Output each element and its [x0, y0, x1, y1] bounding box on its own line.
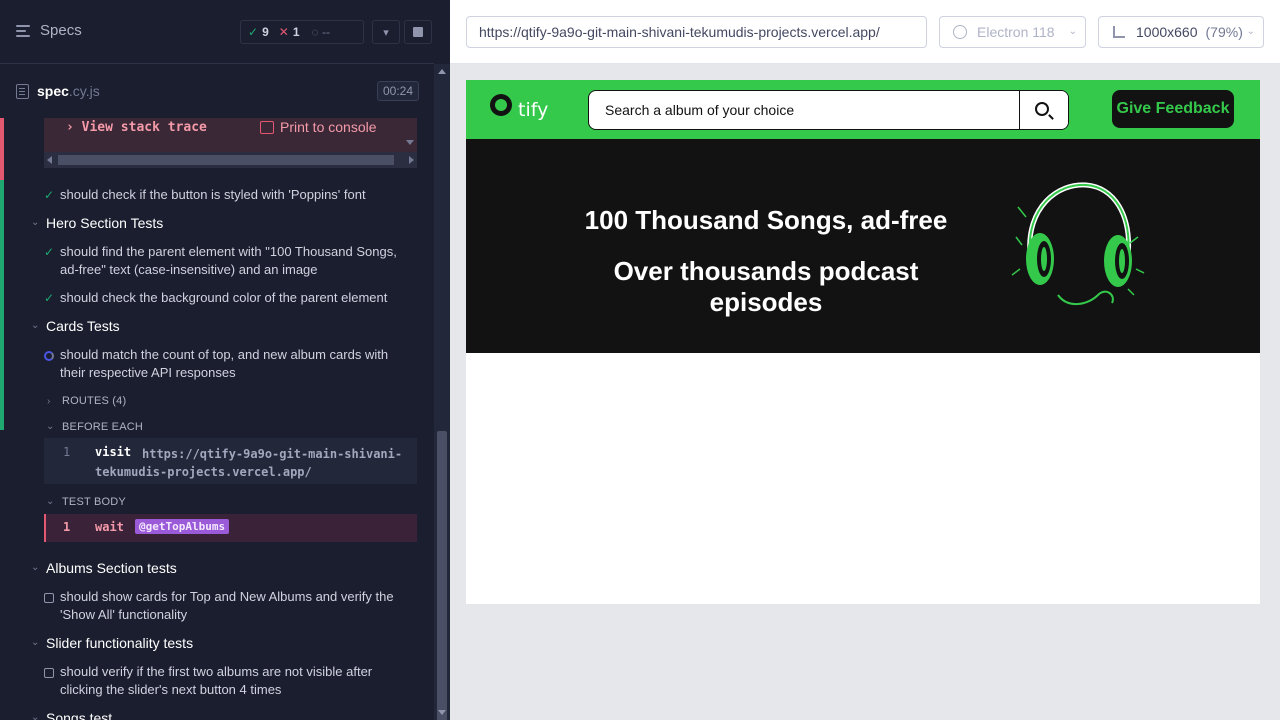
- view-stack-trace-button[interactable]: › View stack trace: [66, 120, 207, 135]
- specs-label: Specs: [40, 22, 82, 39]
- document-icon: [16, 83, 29, 99]
- search-button[interactable]: [1019, 91, 1068, 129]
- chevron-down-icon: ▾: [383, 26, 389, 39]
- give-feedback-button[interactable]: Give Feedback: [1112, 90, 1234, 128]
- error-panel: › View stack trace Print to console: [44, 118, 417, 168]
- app-frame: tify Search a album of your choice Give …: [466, 80, 1260, 604]
- horizontal-scrollbar[interactable]: [44, 152, 417, 168]
- reporter-header: Specs ✓ 9 ✕ 1 ◌ -- ▾: [0, 0, 434, 64]
- specs-toggle[interactable]: Specs: [16, 22, 82, 39]
- scroll-up-icon: [438, 69, 446, 74]
- failed-indicator: [0, 118, 4, 180]
- ruler-icon: [1113, 26, 1125, 38]
- stop-icon: [413, 27, 423, 37]
- chevron-down-icon: ⌄: [31, 637, 40, 648]
- preview-toolbar: https://qtify-9a9o-git-main-shivani-teku…: [450, 0, 1280, 64]
- browser-selector[interactable]: Electron 118 ⌄: [939, 16, 1086, 48]
- chevron-down-icon: ⌄: [31, 712, 40, 720]
- scroll-down-icon: [438, 710, 446, 715]
- spec-timer: 00:24: [377, 81, 420, 101]
- check-icon: ✓: [44, 188, 55, 202]
- wait-command[interactable]: 1 wait @getTopAlbums: [44, 514, 417, 542]
- hero-section: 100 Thousand Songs, ad-free Over thousan…: [466, 139, 1260, 353]
- pending-count: ◌ --: [311, 25, 330, 39]
- alias-badge: @getTopAlbums: [135, 519, 230, 534]
- scroll-thumb[interactable]: [437, 431, 447, 720]
- print-to-console-button[interactable]: Print to console: [260, 119, 377, 135]
- chevron-down-icon: ⌄: [31, 320, 40, 331]
- reporter-scrollbar[interactable]: [434, 64, 450, 720]
- url-field[interactable]: https://qtify-9a9o-git-main-shivani-teku…: [466, 16, 927, 48]
- chevron-down-icon: ⌄: [31, 562, 40, 573]
- navbar: tify Search a album of your choice Give …: [466, 80, 1260, 139]
- pending-box-icon: [44, 668, 54, 678]
- cypress-reporter: Specs ✓ 9 ✕ 1 ◌ -- ▾ spec.cy.js 00:24 › Vi…: [0, 0, 450, 720]
- chevron-down-icon: ⌄: [1246, 26, 1255, 37]
- chevron-down-icon: ⌄: [31, 217, 40, 228]
- electron-icon: [953, 25, 967, 39]
- chevron-right-icon: ›: [47, 396, 51, 407]
- passed-indicator: [0, 180, 4, 430]
- headphone-icon: [490, 94, 512, 116]
- search-bar: Search a album of your choice: [588, 90, 1069, 130]
- spec-bar: spec.cy.js 00:24: [0, 78, 434, 106]
- check-icon: ✓: [44, 245, 55, 259]
- check-icon: ✓: [44, 291, 55, 305]
- collapse-button[interactable]: ▾: [372, 20, 400, 44]
- spec-ext: .cy.js: [68, 83, 100, 99]
- hero-subtitle: Over thousands podcast episodes: [613, 256, 919, 317]
- command-log: › View stack trace Print to console ✓ sh…: [0, 118, 434, 720]
- failed-count: ✕ 1: [278, 25, 300, 39]
- viewport-info[interactable]: 1000x660 (79%) ⌄: [1098, 16, 1264, 48]
- stop-button[interactable]: [404, 20, 432, 44]
- spec-name: spec: [37, 83, 69, 99]
- hero-title: 100 Thousand Songs, ad-free: [584, 205, 948, 235]
- visit-url: https://qtify-9a9o-git-main-shivani-teku…: [95, 447, 403, 479]
- qtify-logo[interactable]: tify: [490, 93, 550, 125]
- error-scrollbar[interactable]: [403, 118, 417, 152]
- aut-preview: https://qtify-9a9o-git-main-shivani-teku…: [450, 0, 1280, 720]
- console-icon: [260, 120, 274, 134]
- test-stats: ✓ 9 ✕ 1 ◌ --: [240, 20, 364, 44]
- spinner-icon: [44, 351, 54, 361]
- pending-box-icon: [44, 593, 54, 603]
- search-icon: [1035, 102, 1049, 116]
- search-input[interactable]: Search a album of your choice: [605, 102, 794, 118]
- visit-command[interactable]: 1 visit https://qtify-9a9o-git-main-shiv…: [44, 438, 417, 484]
- spec-file: spec.cy.js: [16, 83, 100, 99]
- menu-icon: [16, 24, 32, 37]
- passed-count: ✓ 9: [248, 25, 269, 39]
- chevron-down-icon: ⌄: [46, 496, 55, 507]
- headphones-image: [1011, 182, 1145, 305]
- chevron-down-icon: ⌄: [46, 421, 55, 432]
- chevron-down-icon: ⌄: [1068, 26, 1077, 37]
